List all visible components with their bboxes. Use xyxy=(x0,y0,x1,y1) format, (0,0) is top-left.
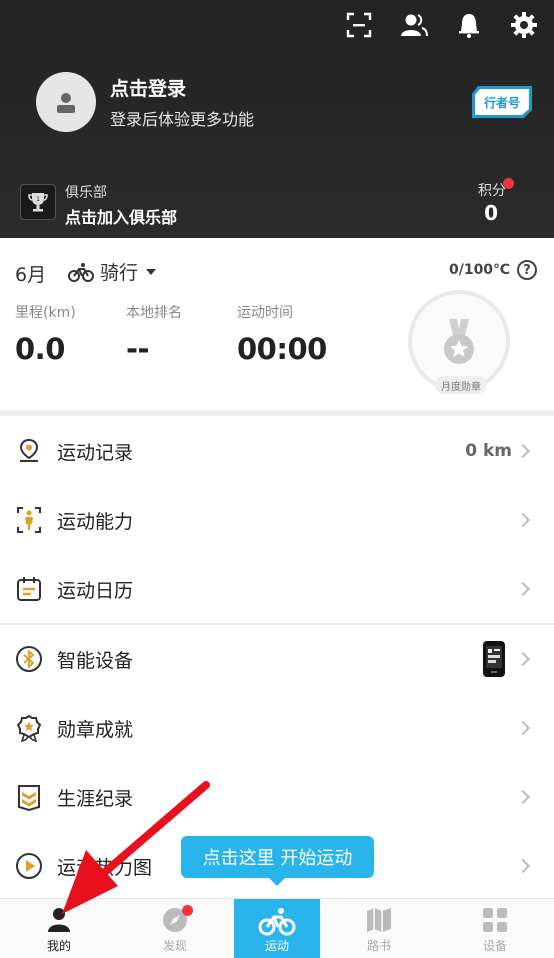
bike-icon xyxy=(258,908,296,936)
scan-icon[interactable] xyxy=(343,8,375,42)
ranking-value: -- xyxy=(126,332,150,366)
menu-label: 运动日历 xyxy=(57,579,134,602)
chevron-right-icon xyxy=(515,720,531,736)
points-notification-dot xyxy=(503,178,514,189)
menu-label: 运动记录 xyxy=(57,441,134,464)
tab-label: 我的 xyxy=(46,939,71,953)
tab-mine[interactable]: 我的 xyxy=(18,899,100,958)
points-label[interactable]: 积分 xyxy=(478,180,506,200)
tab-label: 运动 xyxy=(264,939,289,953)
chevron-right-icon xyxy=(515,512,531,528)
help-icon[interactable]: ? xyxy=(517,260,537,280)
menu-item-activity-records[interactable]: 运动记录 0 km xyxy=(0,417,554,485)
temperature-readout: 0/100℃ xyxy=(448,262,510,278)
pin-icon xyxy=(15,437,43,465)
bike-icon xyxy=(68,262,94,282)
medal-icon xyxy=(444,319,474,364)
tab-discover[interactable]: 发现 xyxy=(134,899,216,958)
menu-label: 生涯纪录 xyxy=(57,787,134,810)
bluetooth-icon xyxy=(15,645,43,673)
top-toolbar xyxy=(343,8,540,42)
profile-header: 点击登录 登录后体验更多功能 行者号 1 俱乐部 点击加入俱乐部 积分 0 xyxy=(0,0,554,238)
distance-value: 0.0 xyxy=(15,332,65,366)
discover-notification-dot xyxy=(182,905,193,916)
ranking-label: 本地排名 xyxy=(126,305,182,321)
points-value[interactable]: 0 xyxy=(484,201,498,225)
start-workout-tooltip[interactable]: 点击这里 开始运动 xyxy=(181,836,374,886)
person-icon xyxy=(48,908,70,932)
profile-page: 点击登录 登录后体验更多功能 行者号 1 俱乐部 点击加入俱乐部 积分 0 6月… xyxy=(0,0,554,958)
login-title[interactable]: 点击登录 xyxy=(110,74,186,101)
avatar[interactable] xyxy=(36,72,96,132)
menu-value: 0 km xyxy=(465,441,512,461)
monthly-stats-card: 6月 骑行 0/100℃ ? 里程(km) 0.0 本地排名 -- 运动时间 0… xyxy=(0,238,554,410)
duration-label: 运动时间 xyxy=(237,305,293,321)
menu-label: 运动能力 xyxy=(57,510,134,533)
walker-id-label: 行者号 xyxy=(483,95,520,110)
chevron-down-icon xyxy=(146,268,157,275)
chevron-right-icon xyxy=(515,651,531,667)
bottom-tab-bar: 我的 发现 运动 路书 设备 xyxy=(0,898,554,958)
menu-item-smart-devices[interactable]: 智能设备 xyxy=(0,625,554,693)
svg-text:1: 1 xyxy=(36,196,40,203)
chevron-right-icon xyxy=(515,443,531,459)
section-divider xyxy=(0,410,554,416)
menu-label: 勋章成就 xyxy=(57,718,134,741)
chevron-right-icon xyxy=(515,858,531,874)
tab-devices[interactable]: 设备 xyxy=(454,899,536,958)
menu-item-calendar[interactable]: 运动日历 xyxy=(0,555,554,623)
walker-id-badge[interactable]: 行者号 xyxy=(470,84,534,120)
sport-selector[interactable]: 骑行 xyxy=(68,258,157,285)
tab-label: 设备 xyxy=(482,939,507,953)
body-icon xyxy=(15,506,43,534)
contacts-icon[interactable] xyxy=(398,8,430,42)
rank-icon xyxy=(15,783,43,811)
club-label: 俱乐部 xyxy=(65,185,107,201)
monthly-medal[interactable]: 月度勋章 xyxy=(408,290,510,394)
map-icon xyxy=(367,908,391,932)
tab-label: 路书 xyxy=(366,939,391,953)
menu-item-achievements[interactable]: 勋章成就 xyxy=(0,694,554,762)
menu-label: 运动热力图 xyxy=(57,856,153,879)
sport-label: 骑行 xyxy=(100,262,139,284)
menu-item-fitness[interactable]: 运动能力 xyxy=(0,486,554,554)
menu-label: 智能设备 xyxy=(57,649,134,672)
distance-label: 里程(km) xyxy=(15,305,76,321)
bell-icon[interactable] xyxy=(453,8,485,42)
badge-icon xyxy=(15,714,43,742)
tab-routes[interactable]: 路书 xyxy=(338,899,420,958)
calendar-icon xyxy=(15,575,43,603)
medal-label: 月度勋章 xyxy=(435,376,487,394)
join-club-link[interactable]: 点击加入俱乐部 xyxy=(65,204,177,228)
grid-icon xyxy=(483,908,507,932)
month-label[interactable]: 6月 xyxy=(15,260,46,287)
bike-computer-icon xyxy=(483,641,505,677)
duration-value: 00:00 xyxy=(237,332,327,366)
gear-icon[interactable] xyxy=(508,8,540,42)
tab-workout[interactable]: 运动 xyxy=(234,899,320,958)
heatmap-icon xyxy=(15,852,43,880)
chevron-right-icon xyxy=(515,581,531,597)
chevron-right-icon xyxy=(515,789,531,805)
tab-label: 发现 xyxy=(162,939,187,953)
menu-item-career-records[interactable]: 生涯纪录 xyxy=(0,763,554,831)
trophy-icon: 1 xyxy=(20,184,56,220)
login-subtitle: 登录后体验更多功能 xyxy=(110,110,255,129)
